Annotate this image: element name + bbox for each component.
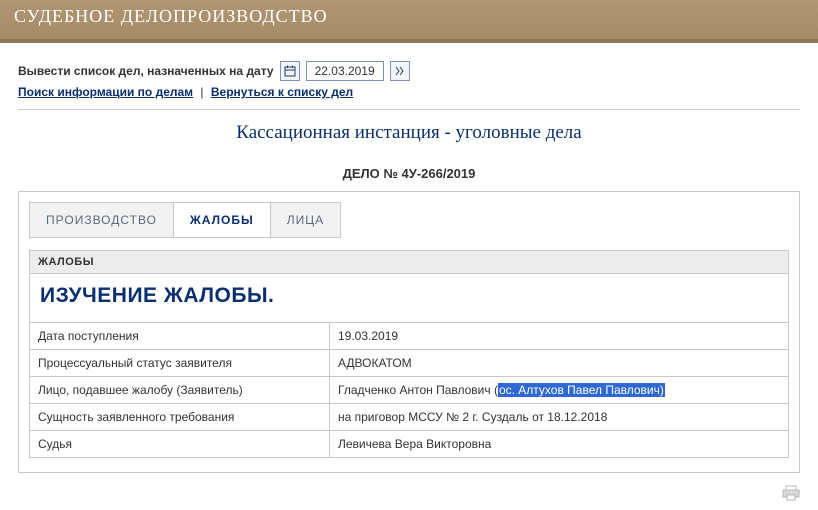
app-header: СУДЕБНОЕ ДЕЛОПРОИЗВОДСТВО bbox=[0, 0, 818, 43]
panel-title: ИЗУЧЕНИЕ ЖАЛОБЫ. bbox=[29, 274, 789, 322]
main-content: Вывести список дел, назначенных на дату … bbox=[0, 43, 818, 479]
row-label: Процессуальный статус заявителя bbox=[30, 350, 330, 377]
details-table: Дата поступления 19.03.2019 Процессуальн… bbox=[29, 322, 789, 458]
row-label: Дата поступления bbox=[30, 323, 330, 350]
row-value: Гладченко Антон Павлович (ос. Алтухов Па… bbox=[330, 377, 789, 404]
applicant-name: Гладченко Антон Павлович ( bbox=[338, 383, 498, 397]
search-cases-link[interactable]: Поиск информации по делам bbox=[18, 85, 193, 99]
date-submit-button[interactable] bbox=[390, 61, 410, 81]
app-title: СУДЕБНОЕ ДЕЛОПРОИЗВОДСТВО bbox=[14, 6, 804, 27]
panel-header: ЖАЛОБЫ bbox=[29, 250, 789, 274]
tabs: ПРОИЗВОДСТВО ЖАЛОБЫ ЛИЦА bbox=[29, 202, 789, 238]
arrows-icon bbox=[394, 65, 406, 77]
tab-persons[interactable]: ЛИЦА bbox=[270, 202, 341, 238]
row-value: АДВОКАТОМ bbox=[330, 350, 789, 377]
printer-icon bbox=[782, 485, 800, 501]
row-label: Судья bbox=[30, 431, 330, 458]
case-frame: ПРОИЗВОДСТВО ЖАЛОБЫ ЛИЦА ЖАЛОБЫ ИЗУЧЕНИЕ… bbox=[18, 191, 800, 473]
table-row: Сущность заявленного требования на приго… bbox=[30, 404, 789, 431]
print-button[interactable] bbox=[782, 490, 800, 504]
link-separator: | bbox=[200, 85, 203, 99]
row-label: Лицо, подавшее жалобу (Заявитель) bbox=[30, 377, 330, 404]
divider bbox=[18, 109, 800, 110]
table-row: Судья Левичева Вера Викторовна bbox=[30, 431, 789, 458]
row-value: 19.03.2019 bbox=[330, 323, 789, 350]
nav-links: Поиск информации по делам | Вернуться к … bbox=[18, 85, 800, 99]
back-to-list-link[interactable]: Вернуться к списку дел bbox=[211, 85, 353, 99]
tab-production[interactable]: ПРОИЗВОДСТВО bbox=[29, 202, 174, 238]
footer bbox=[0, 479, 818, 510]
row-label: Сущность заявленного требования bbox=[30, 404, 330, 431]
date-control-label: Вывести список дел, назначенных на дату bbox=[18, 64, 274, 78]
highlighted-person: ос. Алтухов Павел Павлович) bbox=[498, 383, 665, 397]
date-input[interactable]: 22.03.2019 bbox=[306, 61, 384, 81]
table-row: Лицо, подавшее жалобу (Заявитель) Гладче… bbox=[30, 377, 789, 404]
section-title: Кассационная инстанция - уголовные дела bbox=[18, 122, 800, 144]
date-controls: Вывести список дел, назначенных на дату … bbox=[18, 61, 800, 81]
table-row: Процессуальный статус заявителя АДВОКАТО… bbox=[30, 350, 789, 377]
tab-complaints[interactable]: ЖАЛОБЫ bbox=[173, 202, 271, 238]
case-number: ДЕЛО № 4У-266/2019 bbox=[18, 166, 800, 181]
table-row: Дата поступления 19.03.2019 bbox=[30, 323, 789, 350]
row-value: на приговор МССУ № 2 г. Суздаль от 18.12… bbox=[330, 404, 789, 431]
calendar-icon bbox=[284, 65, 296, 77]
row-value: Левичева Вера Викторовна bbox=[330, 431, 789, 458]
calendar-picker-button[interactable] bbox=[280, 61, 300, 81]
